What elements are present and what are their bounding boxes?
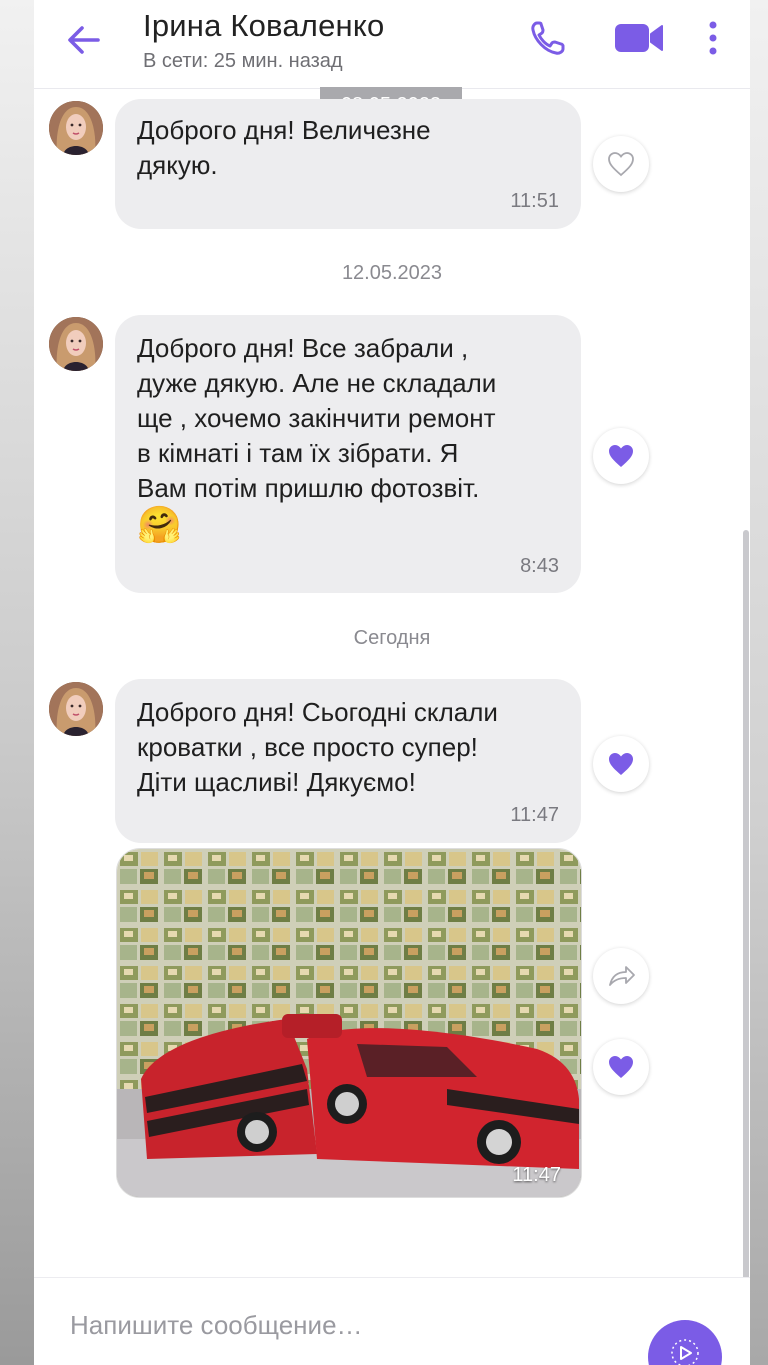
forward-button[interactable] [593,948,649,1004]
phone-icon [531,21,565,55]
photo-time: 11:47 [512,1164,561,1186]
photo-image [117,849,581,1197]
avatar-portrait [49,101,103,155]
message-bubble[interactable]: Доброго дня! Величезне дякую. 11:51 [115,99,581,229]
message-text: Доброго дня! Величезне дякую. [137,115,431,180]
like-button[interactable] [593,1039,649,1095]
more-vertical-icon [709,21,717,55]
like-button[interactable] [593,428,649,484]
avatar[interactable] [49,101,103,155]
video-call-button[interactable] [612,18,668,58]
message-bubble[interactable]: Доброго дня! Сьогодні склали кроватки , … [115,679,581,843]
heart-icon [609,753,633,775]
heart-icon [609,1056,633,1078]
avatar-portrait [49,317,103,371]
contact-name[interactable]: Ірина Коваленко [143,8,384,44]
contact-status: В сети: 25 мин. назад [143,50,343,72]
background-right [750,0,768,1365]
message-time: 11:51 [510,190,559,212]
chat-scrollbar[interactable] [743,530,749,1280]
more-options-button[interactable] [700,18,726,58]
photo-message[interactable]: 11:47 [116,848,582,1198]
send-play-icon [671,1339,699,1365]
avatar-portrait [49,682,103,736]
message-text: Доброго дня! Сьогодні склали кроватки , … [137,697,498,797]
arrow-left-icon [68,26,100,54]
video-camera-icon [615,24,663,52]
date-separator: 12.05.2023 [341,262,443,284]
message-emoji: 🤗 [137,504,182,545]
like-button[interactable] [593,736,649,792]
chat-screen: Ірина Коваленко В сети: 25 мин. назад 08… [34,0,750,1365]
avatar[interactable] [49,682,103,736]
forward-share-icon [609,966,635,986]
like-button[interactable] [593,136,649,192]
message-composer [34,1277,750,1365]
background-left [0,0,34,1365]
heart-icon [609,445,633,467]
message-time: 8:43 [520,555,559,577]
message-text: Доброго дня! Все забрали , дуже дякую. А… [137,333,497,503]
chat-header: Ірина Коваленко В сети: 25 мин. назад [34,0,750,89]
heart-outline-icon [608,152,634,177]
send-button[interactable] [648,1320,722,1365]
message-bubble[interactable]: Доброго дня! Все забрали , дуже дякую. А… [115,315,581,593]
back-button[interactable] [64,20,104,60]
avatar[interactable] [49,317,103,371]
call-button[interactable] [528,18,568,58]
message-input[interactable] [68,1306,632,1344]
message-time: 11:47 [510,804,559,826]
date-separator: Сегодня [353,627,431,649]
